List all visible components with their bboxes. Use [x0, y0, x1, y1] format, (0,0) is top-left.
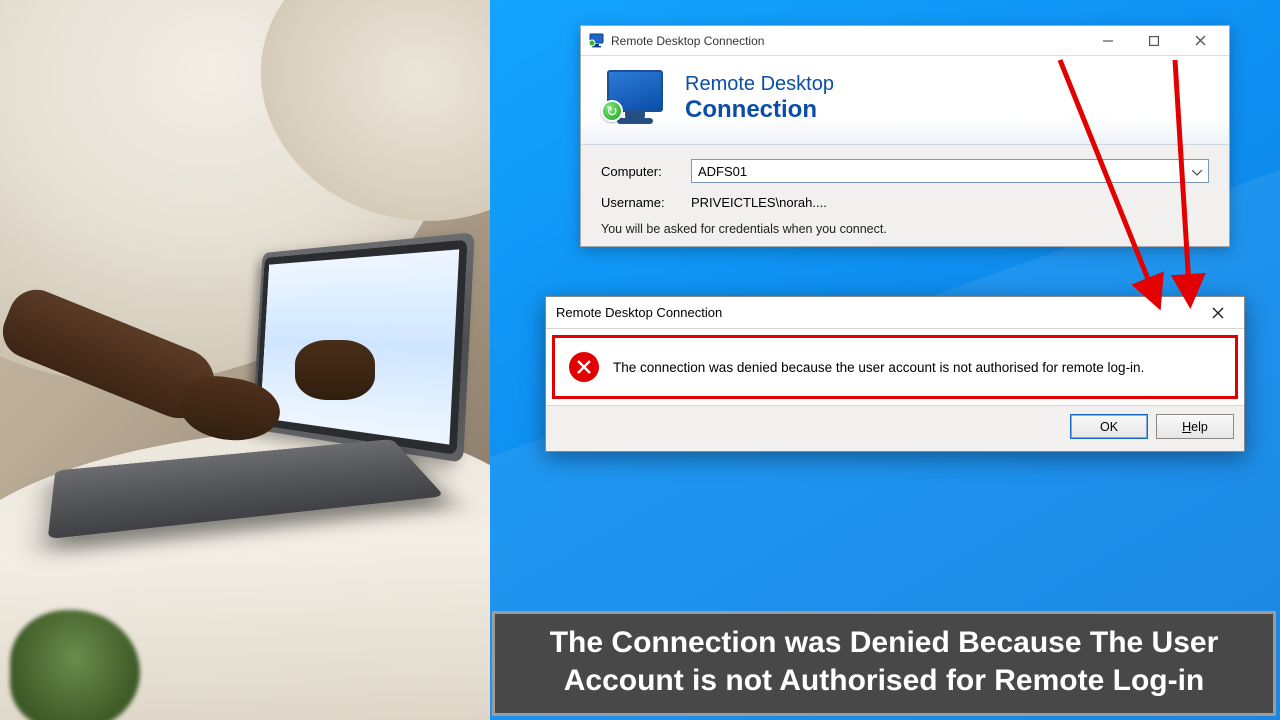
computer-value: ADFS01 — [698, 164, 747, 179]
rdc-title-text: Remote Desktop Connection — [611, 34, 764, 48]
error-dialog: Remote Desktop Connection The connection… — [545, 296, 1245, 452]
username-label: Username: — [601, 195, 691, 210]
error-dialog-title: Remote Desktop Connection — [556, 305, 722, 320]
arm-shape-2 — [295, 340, 375, 400]
computer-combobox[interactable]: ADFS01 — [691, 159, 1209, 183]
rdc-logo-icon: ↻ — [603, 70, 667, 126]
ok-button[interactable]: OK — [1070, 414, 1148, 439]
rdc-header-line1: Remote Desktop — [685, 73, 834, 96]
credential-note: You will be asked for credentials when y… — [601, 222, 1209, 236]
username-value: PRIVEICTLES\norah.... — [691, 195, 827, 210]
rdc-body: Computer: ADFS01 Username: PRIVEICTLES\n… — [581, 145, 1229, 246]
thumbnail-caption: The Connection was Denied Because The Us… — [492, 611, 1276, 716]
error-highlight-box: The connection was denied because the us… — [552, 335, 1238, 399]
minimize-button[interactable] — [1085, 26, 1131, 56]
computer-label: Computer: — [601, 164, 691, 179]
help-button-label: Help — [1182, 420, 1208, 434]
error-message: The connection was denied because the us… — [613, 360, 1144, 375]
maximize-button[interactable] — [1131, 26, 1177, 56]
photo-panel — [0, 0, 490, 720]
error-titlebar[interactable]: Remote Desktop Connection — [546, 297, 1244, 329]
error-icon — [569, 352, 599, 382]
help-button[interactable]: Help — [1156, 414, 1234, 439]
rdc-header-title: Remote Desktop Connection — [685, 73, 834, 124]
rdc-titlebar[interactable]: Remote Desktop Connection — [581, 26, 1229, 56]
chevron-down-icon — [1192, 164, 1202, 179]
rdc-header-line2: Connection — [685, 96, 834, 124]
rdc-header: ↻ Remote Desktop Connection — [581, 56, 1229, 145]
error-button-row: OK Help — [546, 405, 1244, 451]
rdc-app-icon — [589, 33, 605, 49]
ok-button-label: OK — [1100, 420, 1118, 434]
rdc-window: Remote Desktop Connection ↻ Remote Deskt… — [580, 25, 1230, 247]
close-button[interactable] — [1177, 26, 1223, 56]
close-button[interactable] — [1196, 297, 1240, 329]
